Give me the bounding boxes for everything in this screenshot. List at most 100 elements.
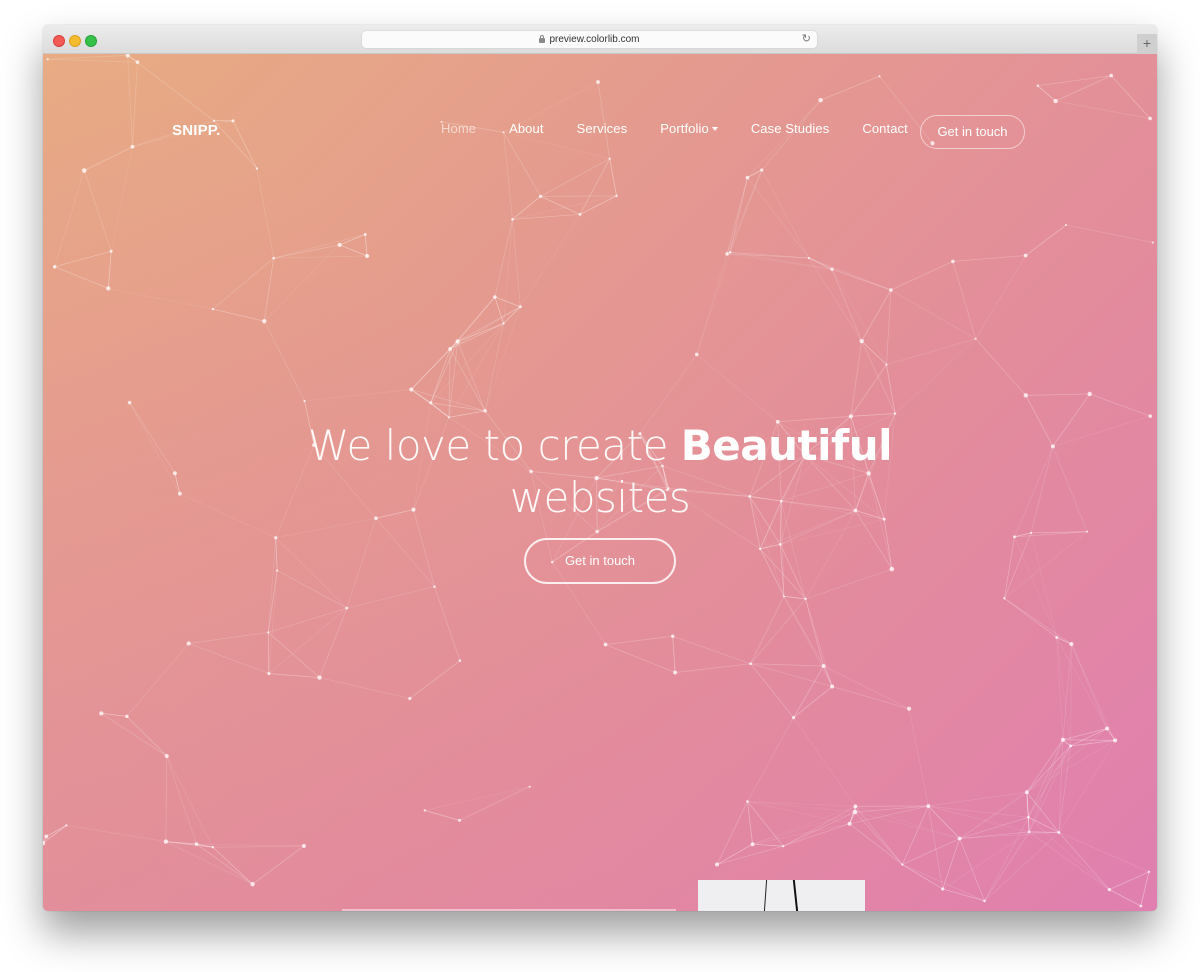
network-link — [1089, 393, 1151, 417]
network-node — [1069, 641, 1074, 647]
hero-get-in-touch-button[interactable]: Get in touch — [524, 538, 676, 584]
network-link — [319, 607, 348, 678]
network-link — [409, 660, 461, 699]
address-bar[interactable]: preview.colorlib.com ↻ — [362, 31, 817, 48]
network-link — [696, 354, 779, 423]
network-link — [165, 756, 168, 842]
network-node — [725, 252, 729, 256]
network-link — [339, 244, 368, 257]
network-node — [538, 194, 543, 198]
network-node — [853, 804, 858, 809]
network-link — [212, 846, 253, 885]
network-node — [848, 414, 853, 419]
network-link — [457, 341, 486, 412]
network-node — [745, 175, 750, 180]
network-node — [423, 809, 427, 812]
network-node — [889, 566, 895, 572]
network-link — [346, 518, 377, 609]
network-link — [850, 341, 863, 417]
network-link — [449, 348, 486, 412]
network-node — [807, 256, 811, 260]
network-link — [902, 864, 943, 890]
network-link — [820, 75, 880, 101]
reload-icon[interactable]: ↻ — [802, 32, 811, 45]
network-link — [166, 755, 214, 848]
network-link — [975, 255, 1026, 339]
network-node — [694, 352, 699, 357]
network-link — [908, 708, 929, 807]
hero-title-light: We love to create — [307, 421, 681, 470]
network-link — [928, 791, 1027, 807]
network-node — [458, 659, 462, 662]
new-tab-button[interactable]: + — [1137, 34, 1157, 54]
network-node — [1107, 888, 1111, 892]
network-link — [47, 54, 128, 60]
network-node — [433, 585, 436, 588]
network-link — [512, 219, 521, 307]
nav-get-in-touch-button[interactable]: Get in touch — [920, 115, 1025, 149]
network-node — [125, 714, 129, 719]
network-node — [231, 119, 235, 123]
network-node — [1024, 790, 1029, 795]
network-link — [273, 255, 368, 259]
network-link — [1109, 889, 1142, 907]
network-link — [494, 219, 513, 298]
network-link — [782, 805, 856, 847]
network-link — [449, 323, 504, 350]
network-node — [746, 800, 749, 803]
network-link — [54, 170, 85, 267]
minimize-window-button[interactable] — [69, 35, 81, 47]
nav-contact[interactable]: Contact — [862, 121, 908, 136]
network-link — [54, 250, 112, 268]
nav-portfolio[interactable]: Portfolio — [660, 121, 718, 136]
nav-home[interactable]: Home — [441, 121, 476, 136]
network-link — [605, 635, 673, 645]
network-link — [747, 99, 821, 178]
network-node — [1139, 904, 1143, 908]
nav-case-studies[interactable]: Case Studies — [751, 121, 830, 136]
network-link — [252, 845, 305, 885]
network-link — [212, 257, 274, 310]
network-node — [106, 286, 111, 291]
network-link — [861, 340, 887, 365]
network-link — [849, 805, 929, 825]
network-node — [760, 168, 764, 172]
nav-services[interactable]: Services — [577, 121, 628, 136]
network-link — [783, 596, 833, 687]
network-link — [375, 517, 435, 587]
network-link — [196, 843, 304, 847]
network-link — [268, 673, 320, 679]
hero-title-line2: websites — [509, 473, 691, 522]
network-link — [928, 805, 1030, 833]
preview-card-right — [698, 880, 865, 911]
network-link — [672, 636, 676, 673]
site-logo[interactable]: SNIPP. — [172, 122, 220, 139]
network-link — [716, 845, 784, 865]
maximize-window-button[interactable] — [85, 35, 97, 47]
network-node — [127, 400, 132, 405]
network-node — [274, 536, 278, 540]
network-link — [783, 823, 850, 847]
network-link — [165, 841, 253, 885]
network-link — [364, 234, 368, 257]
network-link — [263, 320, 305, 402]
network-node — [1053, 98, 1058, 104]
close-window-button[interactable] — [53, 35, 65, 47]
network-node — [859, 338, 864, 344]
network-node — [926, 804, 931, 808]
network-node — [671, 634, 675, 638]
network-node — [596, 80, 600, 84]
network-link — [1055, 100, 1151, 119]
network-node — [791, 716, 796, 720]
network-link — [1026, 792, 1030, 832]
network-link — [430, 341, 459, 403]
network-link — [942, 888, 985, 902]
network-link — [1025, 393, 1090, 396]
network-link — [411, 389, 431, 404]
network-link — [752, 843, 784, 847]
network-link — [1056, 637, 1108, 729]
network-node — [337, 242, 342, 248]
network-node — [528, 785, 531, 788]
network-link — [605, 644, 676, 673]
nav-about[interactable]: About — [509, 121, 543, 136]
